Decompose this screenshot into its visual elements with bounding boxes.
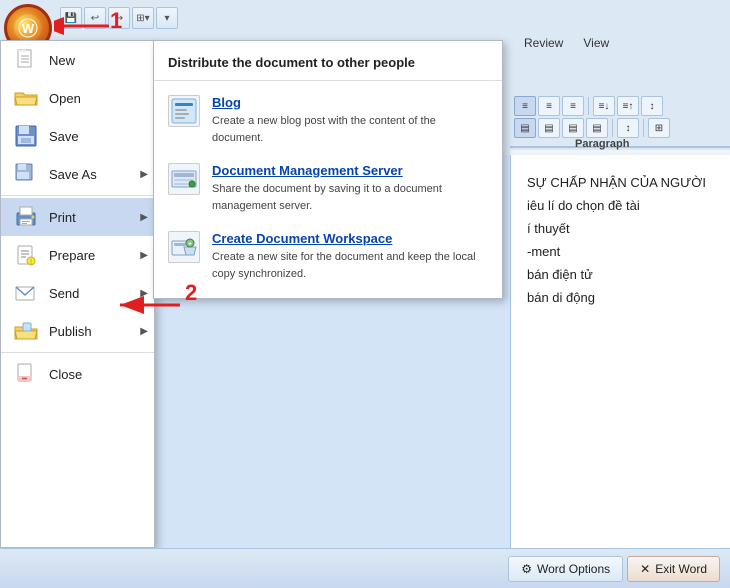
doc-content: SỰ CHẤP NHẬN CỦA NGƯỜI iêu lí do chọn đề… [510, 155, 730, 548]
doc-line-6: bán di động [527, 290, 714, 305]
ribbon-tabs: Review View [510, 32, 730, 54]
doc-line-3: í thuyết [527, 221, 714, 236]
paragraph-label: Paragraph [575, 138, 629, 150]
extra-qa-btn[interactable]: ▾ [156, 7, 178, 29]
svg-text:!: ! [30, 259, 32, 266]
number-annotation-2: 2 [185, 280, 197, 306]
workspace-text: Create Document Workspace Create a new s… [212, 231, 488, 283]
office-button-inner: W [14, 14, 42, 42]
align-left-btn[interactable]: ▤ [514, 118, 536, 138]
open-folder-icon [11, 85, 41, 111]
dms-description: Share the document by saving it to a doc… [212, 183, 442, 212]
prepare-icon: ! [11, 242, 41, 268]
menu-prepare-label: Prepare [49, 248, 95, 263]
menu-item-print[interactable]: Print ▶ [1, 198, 154, 236]
list-btn-1[interactable]: ≡ [514, 96, 536, 116]
menu-item-close[interactable]: Close [1, 355, 154, 393]
doc-line-5: bán điện tử [527, 267, 714, 282]
workspace-title: Create Document Workspace [212, 231, 488, 246]
exit-word-label: Exit Word [655, 562, 707, 576]
word-options-label: Word Options [537, 562, 610, 576]
blog-icon [168, 95, 200, 127]
customize-qa-btn[interactable]: ⊞▾ [132, 7, 154, 29]
submenu-workspace[interactable]: + Create Document Workspace Create a new… [154, 223, 502, 291]
menu-sep-2 [1, 352, 154, 353]
menu-save-label: Save [49, 129, 79, 144]
menu-open-label: Open [49, 91, 81, 106]
menu-sep-1 [1, 195, 154, 196]
menu-item-save[interactable]: Save [1, 117, 154, 155]
blog-text: Blog Create a new blog post with the con… [212, 95, 488, 147]
tab-review[interactable]: Review [518, 34, 569, 52]
svg-text:W: W [22, 21, 35, 36]
list-btn-3[interactable]: ≡ [562, 96, 584, 116]
word-options-button[interactable]: ⚙ Word Options [508, 556, 623, 582]
align-btn-2[interactable]: ≡↑ [617, 96, 639, 116]
blog-title: Blog [212, 95, 488, 110]
close-doc-icon [11, 361, 41, 387]
dms-text: Document Management Server Share the doc… [212, 163, 488, 215]
list-btn-2[interactable]: ≡ [538, 96, 560, 116]
word-options-icon: ⚙ [521, 562, 532, 576]
exit-word-button[interactable]: ✕ Exit Word [627, 556, 720, 582]
workspace-icon: + [168, 231, 200, 263]
svg-text:+: + [188, 241, 192, 248]
menu-item-prepare[interactable]: ! Prepare ▶ [1, 236, 154, 274]
submenu-header: Distribute the document to other people [154, 49, 502, 81]
submenu-blog[interactable]: Blog Create a new blog post with the con… [154, 87, 502, 155]
save-disk-icon [11, 123, 41, 149]
doc-line-1: SỰ CHẤP NHẬN CỦA NGƯỜI [527, 175, 714, 190]
workspace-description: Create a new site for the document and k… [212, 251, 476, 280]
save-as-icon [11, 161, 41, 187]
print-arrow-icon: ▶ [140, 212, 148, 223]
menu-new-label: New [49, 53, 75, 68]
border-btn[interactable]: ⊞ [648, 118, 670, 138]
format-row-1: ≡ ≡ ≡ ≡↓ ≡↑ ↕ [514, 96, 726, 116]
submenu-dms[interactable]: Document Management Server Share the doc… [154, 155, 502, 223]
blog-description: Create a new blog post with the content … [212, 115, 436, 144]
save-as-arrow-icon: ▶ [140, 169, 148, 180]
dms-icon [168, 163, 200, 195]
bottom-bar: ⚙ Word Options ✕ Exit Word [0, 548, 730, 588]
print-icon [11, 204, 41, 230]
menu-close-label: Close [49, 367, 82, 382]
sep1 [588, 97, 589, 115]
office-logo-icon: W [18, 18, 38, 38]
align-center-btn[interactable]: ▤ [538, 118, 560, 138]
align-btn-1[interactable]: ≡↓ [593, 96, 615, 116]
align-justify-btn[interactable]: ▤ [586, 118, 608, 138]
send-icon [11, 280, 41, 306]
menu-print-label: Print [49, 210, 76, 225]
prepare-arrow-icon: ▶ [140, 250, 148, 261]
align-btn-3[interactable]: ↕ [641, 96, 663, 116]
exit-word-icon: ✕ [640, 562, 650, 576]
distribute-submenu: Distribute the document to other people … [153, 40, 503, 299]
tab-view[interactable]: View [577, 34, 615, 52]
menu-publish-label: Publish [49, 324, 92, 339]
sep3 [643, 119, 644, 137]
dms-title: Document Management Server [212, 163, 488, 178]
publish-icon [11, 318, 41, 344]
menu-item-open[interactable]: Open [1, 79, 154, 117]
menu-item-save-as[interactable]: Save As ▶ [1, 155, 154, 193]
doc-line-2: iêu lí do chọn đề tài [527, 198, 714, 213]
new-file-icon [11, 47, 41, 73]
sep2 [612, 119, 613, 137]
number-annotation-1: 1 [110, 8, 122, 34]
doc-line-4: -ment [527, 244, 714, 259]
align-right-btn[interactable]: ▤ [562, 118, 584, 138]
indent-btn[interactable]: ↕ [617, 118, 639, 138]
menu-send-label: Send [49, 286, 79, 301]
menu-save-as-label: Save As [49, 167, 97, 182]
format-row-2: ▤ ▤ ▤ ▤ ↕ ⊞ [514, 118, 726, 138]
